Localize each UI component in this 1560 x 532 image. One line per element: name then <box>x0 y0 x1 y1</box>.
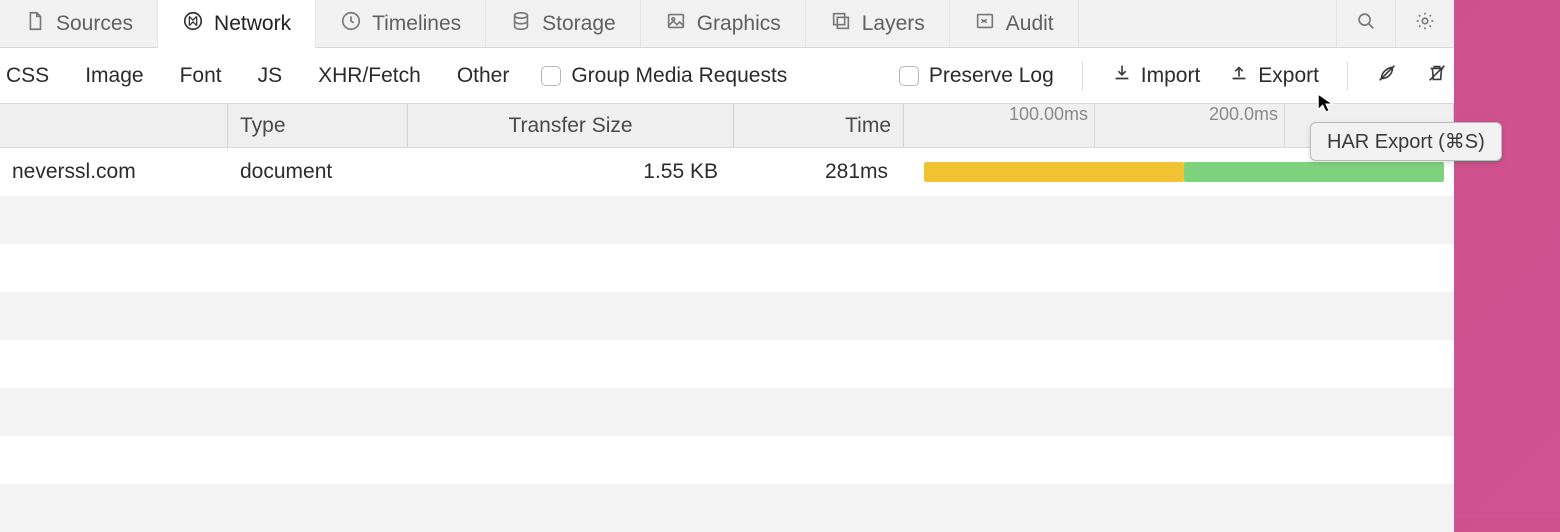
filter-js[interactable]: JS <box>254 64 287 88</box>
layers-icon <box>830 10 852 38</box>
separator <box>1082 62 1083 90</box>
image-icon <box>665 10 687 38</box>
col-label: Type <box>240 114 286 138</box>
search-button[interactable] <box>1336 0 1395 47</box>
tab-label: Layers <box>862 12 925 36</box>
col-label: Time <box>845 114 891 138</box>
preserve-log-checkbox[interactable]: Preserve Log <box>899 64 1054 88</box>
leaf-slash-icon <box>1376 62 1398 90</box>
import-button[interactable]: Import <box>1111 62 1201 90</box>
tab-network[interactable]: Network <box>158 0 316 48</box>
button-label: Export <box>1258 64 1319 88</box>
file-icon <box>24 10 46 38</box>
export-tooltip: HAR Export (⌘S) <box>1310 122 1502 161</box>
tab-label: Graphics <box>697 12 781 36</box>
table-body: neverssl.comdocument1.55 KB281ms <box>0 148 1454 518</box>
group-media-checkbox[interactable]: Group Media Requests <box>541 64 787 88</box>
tab-sources[interactable]: Sources <box>0 0 158 47</box>
tab-label: Sources <box>56 12 133 36</box>
col-transfer-size[interactable]: Transfer Size <box>408 104 734 147</box>
gear-icon <box>1414 10 1436 38</box>
download-icon <box>1111 62 1133 90</box>
col-time[interactable]: Time <box>734 104 904 147</box>
tab-label: Timelines <box>372 12 461 36</box>
tab-layers[interactable]: Layers <box>806 0 950 47</box>
col-name[interactable] <box>0 104 228 147</box>
checkbox-icon <box>899 66 919 86</box>
table-header: Type Transfer Size Time 100.00ms 200.0ms <box>0 104 1454 148</box>
separator <box>1347 62 1348 90</box>
devtools-panel: Sources Network Timelines Storage Graphi… <box>0 0 1454 518</box>
waterfall-tick: 100.00ms <box>1009 104 1094 125</box>
settings-button[interactable] <box>1395 0 1454 47</box>
checkbox-icon <box>541 66 561 86</box>
filter-image[interactable]: Image <box>81 64 147 88</box>
export-button[interactable]: Export <box>1228 62 1319 90</box>
col-label: Transfer Size <box>508 114 632 138</box>
table-row[interactable]: neverssl.comdocument1.55 KB281ms <box>0 148 1454 196</box>
filter-other[interactable]: Other <box>453 64 514 88</box>
tab-label: Audit <box>1006 12 1054 36</box>
waterfall-bar <box>1184 162 1444 182</box>
disable-cache-button[interactable] <box>1376 62 1398 90</box>
waterfall-bar <box>924 162 1184 182</box>
cell-name: neverssl.com <box>0 148 228 196</box>
cell-type: document <box>228 148 408 196</box>
cell-size: 1.55 KB <box>408 148 734 196</box>
tab-label: Network <box>214 12 291 36</box>
audit-icon <box>974 10 996 38</box>
tooltip-text: HAR Export (⌘S) <box>1327 131 1485 153</box>
search-icon <box>1355 10 1377 38</box>
clock-icon <box>340 10 362 38</box>
tab-storage[interactable]: Storage <box>486 0 641 47</box>
checkbox-label: Group Media Requests <box>571 64 787 88</box>
clear-button[interactable] <box>1426 62 1448 90</box>
filter-xhr[interactable]: XHR/Fetch <box>314 64 425 88</box>
tabbar-spacer <box>1079 0 1336 47</box>
waterfall-tick: 200.0ms <box>1209 104 1284 125</box>
storage-icon <box>510 10 532 38</box>
trash-icon <box>1426 62 1448 90</box>
filter-font[interactable]: Font <box>176 64 226 88</box>
tab-graphics[interactable]: Graphics <box>641 0 806 47</box>
network-icon <box>182 10 204 38</box>
network-toolbar: CSS Image Font JS XHR/Fetch Other Group … <box>0 48 1454 104</box>
tab-label: Storage <box>542 12 616 36</box>
main-tabbar: Sources Network Timelines Storage Graphi… <box>0 0 1454 48</box>
tab-audit[interactable]: Audit <box>950 0 1079 47</box>
tab-timelines[interactable]: Timelines <box>316 0 486 47</box>
checkbox-label: Preserve Log <box>929 64 1054 88</box>
cell-time: 281ms <box>734 148 904 196</box>
filter-css[interactable]: CSS <box>2 64 53 88</box>
upload-icon <box>1228 62 1250 90</box>
button-label: Import <box>1141 64 1201 88</box>
col-type[interactable]: Type <box>228 104 408 147</box>
